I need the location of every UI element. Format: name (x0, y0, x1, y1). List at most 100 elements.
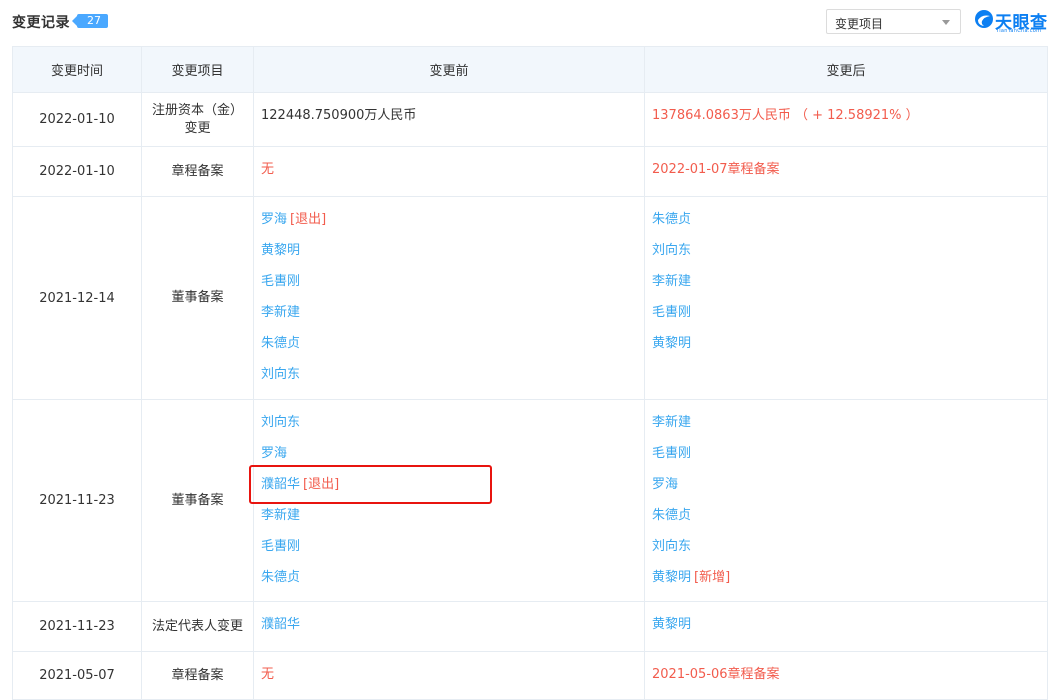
value-text: 2021-05-06章程备案 (652, 667, 780, 682)
value-line: 李新建 (652, 273, 1040, 304)
table-row: 2021-11-23 董事备案 刘向东 罗海 濮韶华 [退出] 李新建 毛軎刚 朱德贞 李新建 毛軎… (12, 399, 1048, 602)
value-line: 毛軎刚 (261, 538, 637, 569)
change-time-cell: 2021-11-23 (12, 601, 142, 652)
person-link[interactable]: 黄黎明 (261, 243, 300, 258)
person-link[interactable]: 朱德贞 (261, 336, 300, 351)
table-body: 2022-01-10 注册资本（金）变更 122448.750900万人民币 1378… (12, 92, 1048, 700)
value-line: 无 (261, 161, 637, 181)
change-before-cell: 刘向东罗海濮韶华 [退出] 李新建毛軎刚朱德贞 (253, 399, 645, 602)
page-header: 变更记录 27 变更项目 天眼查 TianYanCha.com (0, 0, 1049, 42)
value-text: 137864.0863万人民币 （ + 12.58921% ） (652, 108, 919, 123)
person-link[interactable]: 朱德贞 (652, 212, 691, 227)
count-badge: 27 (72, 14, 108, 28)
person-link[interactable]: 李新建 (261, 305, 300, 320)
status-tag: [新增] (694, 570, 731, 585)
person-link[interactable]: 刘向东 (261, 415, 300, 430)
column-header-after: 变更后 (644, 46, 1048, 93)
change-item-cell: 章程备案 (141, 651, 254, 700)
value-line: 毛軎刚 (261, 273, 637, 304)
person-link[interactable]: 李新建 (652, 274, 691, 289)
value-line: 濮韶华 (261, 616, 637, 636)
column-header-item: 变更项目 (141, 46, 254, 93)
value-line: 濮韶华 [退出] (261, 476, 637, 507)
value-line: 无 (261, 666, 637, 686)
change-before-cell: 罗海 [退出] 黄黎明 毛軎刚 李新建 朱德贞 刘向东 (253, 196, 645, 400)
change-time-cell: 2021-12-14 (12, 196, 142, 400)
change-item-cell: 注册资本（金）变更 (141, 92, 254, 147)
value-text: 122448.750900万人民币 (261, 108, 417, 123)
person-link[interactable]: 黄黎明 (652, 336, 691, 351)
person-link[interactable]: 濮韶华 (261, 477, 300, 492)
value-text: 无 (261, 667, 275, 682)
value-line: 李新建 (652, 414, 1040, 445)
person-link[interactable]: 罗海 (652, 477, 678, 492)
value-line: 刘向东 (261, 366, 637, 386)
value-line: 朱德贞 (652, 211, 1040, 242)
value-line: 刘向东 (652, 242, 1040, 273)
person-link[interactable]: 李新建 (652, 415, 691, 430)
value-line: 2021-05-06章程备案 (652, 666, 1040, 686)
person-link[interactable]: 罗海 (261, 446, 287, 461)
change-item-filter-select[interactable]: 变更项目 (826, 9, 961, 34)
table-row: 2022-01-10 章程备案无 2022-01-07章程备案 (12, 146, 1048, 197)
change-after-cell: 李新建毛軎刚罗海朱德贞刘向东黄黎明 [新增] (644, 399, 1048, 602)
person-link[interactable]: 李新建 (261, 508, 300, 523)
table-header-row: 变更时间 变更项目 变更前 变更后 (12, 46, 1048, 93)
chevron-down-icon (942, 20, 950, 25)
person-link[interactable]: 刘向东 (261, 367, 300, 382)
change-after-cell: 137864.0863万人民币 （ + 12.58921% ） (644, 92, 1048, 147)
value-line: 刘向东 (261, 414, 637, 445)
change-before-cell: 122448.750900万人民币 (253, 92, 645, 147)
person-link[interactable]: 刘向东 (652, 243, 691, 258)
person-link[interactable]: 黄黎明 (652, 570, 691, 585)
table-row: 2022-01-10 注册资本（金）变更 122448.750900万人民币 1378… (12, 92, 1048, 147)
person-link[interactable]: 刘向东 (652, 539, 691, 554)
change-time-cell: 2021-11-23 (12, 399, 142, 602)
person-link[interactable]: 毛軎刚 (652, 446, 691, 461)
filter-select-label: 变更项目 (835, 17, 884, 31)
table-row: 2021-12-14 董事备案 罗海 [退出] 黄黎明 毛軎刚 李新建 朱德贞 刘向东 朱德贞 刘向… (12, 196, 1048, 400)
person-link[interactable]: 毛軎刚 (652, 305, 691, 320)
tianyancha-logo: 天眼查 TianYanCha.com (974, 8, 1049, 38)
value-line: 朱德贞 (652, 507, 1040, 538)
person-link[interactable]: 朱德贞 (261, 570, 300, 585)
person-link[interactable]: 毛軎刚 (261, 539, 300, 554)
change-records-table: 变更时间 变更项目 变更前 变更后 2022-01-10 注册资本（金）变更 122… (12, 46, 1048, 700)
value-line: 122448.750900万人民币 (261, 107, 637, 127)
table-row: 2021-05-07 章程备案无 2021-05-06章程备案 (12, 651, 1048, 700)
value-line: 毛軎刚 (652, 445, 1040, 476)
change-after-cell: 黄黎明 (644, 601, 1048, 652)
value-line: 李新建 (261, 507, 637, 538)
column-header-time: 变更时间 (12, 46, 142, 93)
person-link[interactable]: 朱德贞 (652, 508, 691, 523)
change-item-cell: 董事备案 (141, 196, 254, 400)
change-after-cell: 2021-05-06章程备案 (644, 651, 1048, 700)
person-link[interactable]: 黄黎明 (652, 617, 691, 632)
change-item-cell: 法定代表人变更 (141, 601, 254, 652)
value-line: 朱德贞 (261, 335, 637, 366)
change-item-cell: 董事备案 (141, 399, 254, 602)
change-before-cell: 无 (253, 146, 645, 197)
value-line: 罗海 [退出] (261, 211, 637, 242)
change-after-cell: 朱德贞刘向东李新建毛軎刚黄黎明 (644, 196, 1048, 400)
value-line: 毛軎刚 (652, 304, 1040, 335)
value-line: 黄黎明 (652, 335, 1040, 355)
change-before-cell: 濮韶华 (253, 601, 645, 652)
person-link[interactable]: 罗海 (261, 212, 287, 227)
value-line: 黄黎明 (652, 616, 1040, 636)
change-time-cell: 2022-01-10 (12, 92, 142, 147)
column-header-before: 变更前 (253, 46, 645, 93)
person-link[interactable]: 濮韶华 (261, 617, 300, 632)
value-text: 无 (261, 162, 275, 177)
value-line: 黄黎明 (261, 242, 637, 273)
change-time-cell: 2021-05-07 (12, 651, 142, 700)
logo-mark-icon (975, 10, 993, 28)
page-title: 变更记录 (12, 15, 70, 31)
change-time-cell: 2022-01-10 (12, 146, 142, 197)
value-line: 137864.0863万人民币 （ + 12.58921% ） (652, 107, 1040, 127)
value-line: 刘向东 (652, 538, 1040, 569)
status-tag: [退出] (290, 212, 327, 227)
value-line: 罗海 (652, 476, 1040, 507)
change-item-cell: 章程备案 (141, 146, 254, 197)
person-link[interactable]: 毛軎刚 (261, 274, 300, 289)
